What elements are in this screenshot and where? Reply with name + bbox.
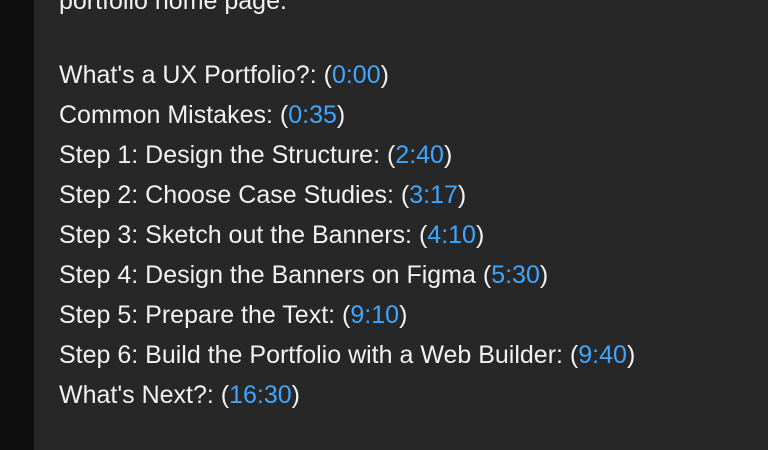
chapter-item: Step 3: Sketch out the Banners: (4:10) [59,221,485,249]
chapter-title: Step 6: Build the Portfolio with a Web B… [59,341,563,369]
chapter-timestamp-link[interactable]: 16:30 [229,381,292,409]
chapter-item: Step 5: Prepare the Text: (9:10) [59,301,408,329]
chapter-timestamp-link[interactable]: 9:10 [350,301,399,329]
chapter-timestamp-link[interactable]: 2:40 [395,141,444,169]
chapter-timestamp-link[interactable]: 9:40 [578,341,627,369]
chapter-timestamp-link[interactable]: 3:17 [409,181,458,209]
chapter-timestamp-link[interactable]: 0:35 [288,101,337,129]
description-partial-line: portfolio home page. [59,0,287,15]
chapter-item: Step 6: Build the Portfolio with a Web B… [59,341,636,369]
chapter-item: Step 1: Design the Structure: (2:40) [59,141,453,169]
chapter-title: Step 3: Sketch out the Banners: [59,221,413,249]
chapter-timestamp-link[interactable]: 4:10 [427,221,476,249]
chapter-timestamp-link[interactable]: 0:00 [332,61,381,89]
chapter-item: Step 4: Design the Banners on Figma (5:3… [59,261,549,289]
video-description-panel: portfolio home page. What's a UX Portfol… [34,0,768,450]
chapter-item: What's a UX Portfolio?: (0:00) [59,61,389,89]
chapter-title: What's a UX Portfolio?: [59,61,317,89]
chapter-title: Step 1: Design the Structure: [59,141,381,169]
page: portfolio home page. What's a UX Portfol… [0,0,768,450]
chapter-list: What's a UX Portfolio?: (0:00) Common Mi… [59,58,635,418]
chapter-title: Step 2: Choose Case Studies: [59,181,394,209]
chapter-item: Common Mistakes: (0:35) [59,101,346,129]
chapter-item: What's Next?: (16:30) [59,381,300,409]
chapter-title: Step 5: Prepare the Text: [59,301,336,329]
chapter-item: Step 2: Choose Case Studies: (3:17) [59,181,467,209]
chapter-title: Common Mistakes: [59,101,273,129]
chapter-title: What's Next?: [59,381,214,409]
chapter-timestamp-link[interactable]: 5:30 [491,261,540,289]
chapter-title: Step 4: Design the Banners on Figma [59,261,476,289]
